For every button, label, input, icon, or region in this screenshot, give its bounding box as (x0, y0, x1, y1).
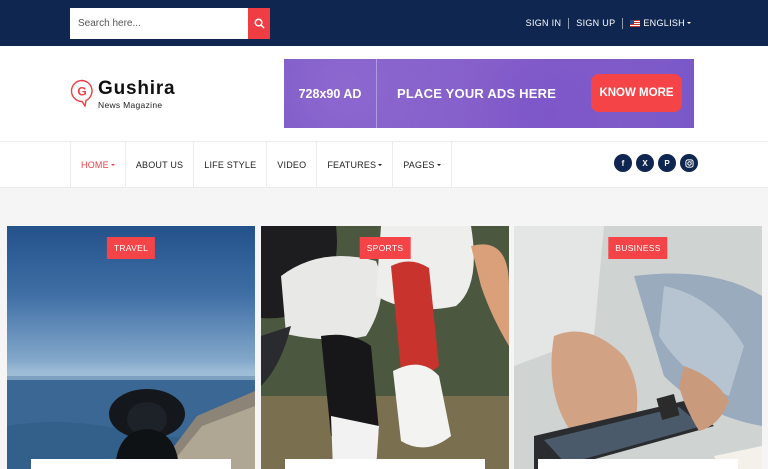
chevron-down-icon (687, 22, 691, 24)
search-input[interactable] (70, 8, 248, 39)
nav-item-pages[interactable]: PAGES (393, 142, 452, 187)
search-button[interactable] (248, 8, 270, 39)
nav-item-video[interactable]: VIDEO (267, 142, 318, 187)
featured-card-business[interactable]: BUSINESS (514, 226, 762, 469)
top-bar: SIGN IN SIGN UP ENGLISH (0, 0, 768, 46)
language-selector[interactable]: ENGLISH (623, 18, 698, 28)
chevron-down-icon (378, 163, 383, 166)
nav-item-about-us[interactable]: ABOUT US (126, 142, 195, 187)
sign-up-link[interactable]: SIGN UP (569, 18, 622, 28)
search-form (70, 8, 270, 39)
ad-size-label: 728x90 AD (284, 59, 377, 128)
chevron-down-icon (110, 163, 115, 166)
know-more-button[interactable]: KNOW MORE (591, 74, 682, 112)
nav-label: VIDEO (277, 159, 307, 170)
nav-item-home[interactable]: HOME (71, 142, 126, 187)
nav-label: FEATURES (327, 159, 377, 170)
featured-card-travel[interactable]: TRAVEL (7, 226, 255, 469)
chevron-down-icon (436, 163, 441, 166)
featured-card-sports[interactable]: SPORTS (261, 226, 509, 469)
main-nav: HOME ABOUT US LIFE STYLE VIDEO FEATURES … (0, 141, 768, 188)
ad-banner[interactable]: 728x90 AD PLACE YOUR ADS HERE KNOW MORE (284, 59, 694, 128)
logo-mark-icon: G (70, 79, 93, 107)
sign-in-link[interactable]: SIGN IN (519, 18, 569, 28)
category-badge[interactable]: BUSINESS (608, 237, 668, 259)
x-twitter-icon[interactable]: X (636, 154, 654, 172)
site-tagline: News Magazine (98, 100, 163, 110)
nav-label: LIFE STYLE (204, 159, 257, 170)
nav-item-life-style[interactable]: LIFE STYLE (194, 142, 268, 187)
logo-text: Gushira News Magazine (98, 78, 176, 111)
nav-item-features[interactable]: FEATURES (317, 142, 394, 187)
nav-menu: HOME ABOUT US LIFE STYLE VIDEO FEATURES … (70, 142, 452, 187)
card-caption-panel (538, 459, 738, 469)
sports-photo (261, 226, 509, 469)
search-icon (254, 18, 265, 29)
us-flag-icon (630, 20, 641, 27)
facebook-icon[interactable]: f (614, 154, 632, 172)
logo-letter: G (77, 85, 86, 99)
social-links: f X P (614, 154, 698, 172)
instagram-glyph (684, 158, 694, 168)
pinterest-icon[interactable]: P (658, 154, 676, 172)
site-logo[interactable]: G Gushira News Magazine (70, 79, 175, 110)
card-caption-panel (285, 459, 485, 469)
nav-label: HOME (81, 159, 109, 170)
featured-section: TRAVEL SPORTS BUSINESS (0, 188, 768, 469)
business-photo (514, 226, 762, 469)
account-links: SIGN IN SIGN UP ENGLISH (519, 0, 698, 46)
category-badge[interactable]: SPORTS (359, 237, 411, 259)
site-title: Gushira (98, 78, 176, 99)
ad-text: PLACE YOUR ADS HERE (397, 86, 557, 101)
site-header: G Gushira News Magazine 728x90 AD PLACE … (0, 46, 768, 141)
card-caption-panel (31, 459, 231, 469)
category-badge[interactable]: TRAVEL (106, 237, 156, 259)
nav-label: ABOUT US (135, 159, 184, 170)
instagram-icon[interactable] (680, 154, 698, 172)
nav-label: PAGES (403, 159, 435, 170)
travel-photo (7, 372, 255, 469)
language-label: ENGLISH (643, 18, 685, 28)
